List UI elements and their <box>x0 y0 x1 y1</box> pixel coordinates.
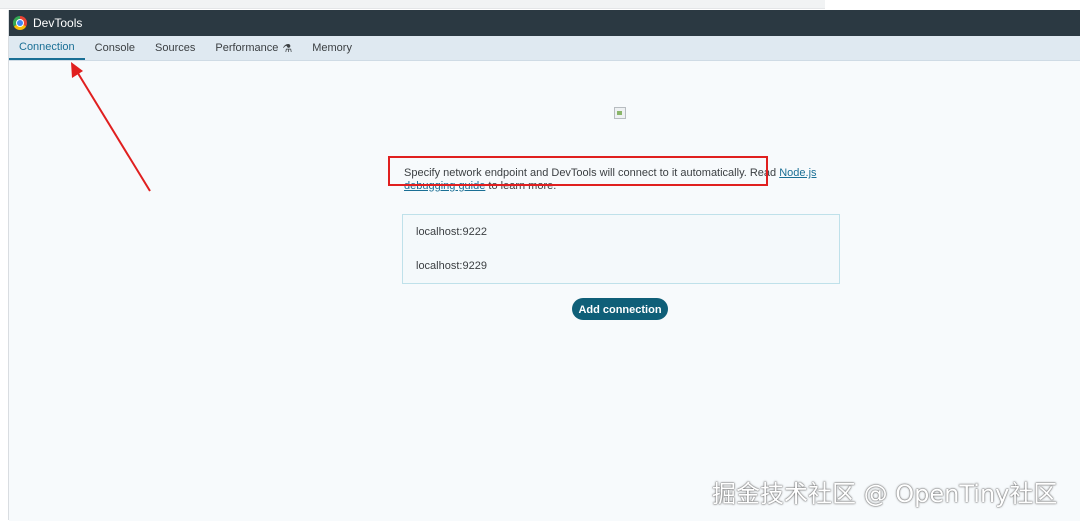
tab-memory-label: Memory <box>312 42 352 54</box>
tab-sources-label: Sources <box>155 42 196 54</box>
background-window-bar <box>0 0 825 9</box>
connection-description: Specify network endpoint and DevTools wi… <box>404 167 844 193</box>
watermark-text: 掘金技术社区 @ OpenTiny社区 <box>712 480 1058 508</box>
connection-list: localhost:9222 localhost:9229 <box>402 214 840 284</box>
description-suffix: to learn more. <box>485 180 557 192</box>
add-connection-button[interactable]: Add connection <box>572 298 668 320</box>
tab-performance-label: Performance <box>215 42 279 54</box>
chrome-icon <box>13 16 27 30</box>
tab-console-label: Console <box>94 42 136 54</box>
tab-memory[interactable]: Memory <box>302 36 362 60</box>
tab-sources[interactable]: Sources <box>145 36 205 60</box>
connection-item[interactable]: localhost:9222 <box>403 215 839 249</box>
tab-bar: Connection Console Sources Performance ⚗… <box>9 36 1080 61</box>
devtools-window: DevTools Connection Console Sources Perf… <box>8 10 1080 521</box>
connection-item[interactable]: localhost:9229 <box>403 249 839 283</box>
description-text: Specify network endpoint and DevTools wi… <box>404 167 780 179</box>
connection-panel: Specify network endpoint and DevTools wi… <box>9 61 1080 521</box>
flask-icon: ⚗ <box>282 42 293 55</box>
tab-performance[interactable]: Performance ⚗ <box>205 36 302 60</box>
tab-connection-label: Connection <box>19 41 75 53</box>
title-bar: DevTools <box>9 10 1080 36</box>
background-window-strip <box>0 0 1080 10</box>
tab-console[interactable]: Console <box>85 36 145 60</box>
tab-connection[interactable]: Connection <box>9 36 85 60</box>
window-title: DevTools <box>33 16 83 30</box>
broken-image-icon <box>614 107 626 119</box>
